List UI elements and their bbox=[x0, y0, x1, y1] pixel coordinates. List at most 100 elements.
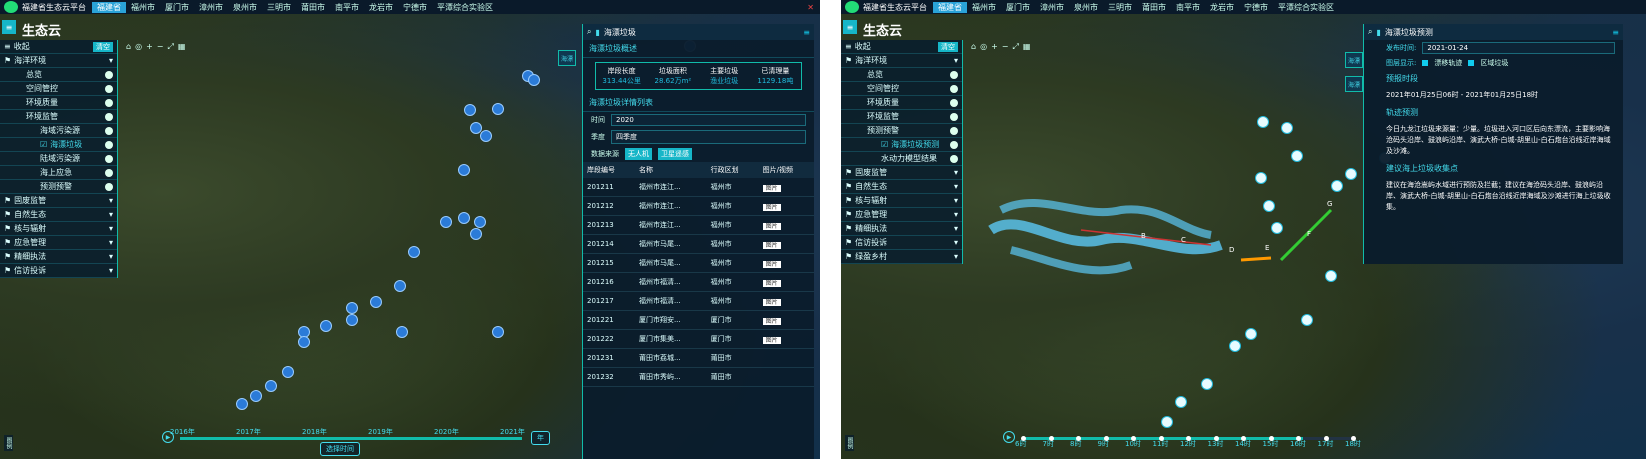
image-button[interactable]: 图片 bbox=[762, 241, 781, 249]
toggle-icon[interactable] bbox=[105, 182, 113, 191]
image-button[interactable]: 图片 bbox=[762, 279, 781, 287]
image-button[interactable]: 图片 bbox=[762, 184, 781, 192]
layer-item[interactable]: 预测预警 bbox=[841, 124, 962, 138]
map-pin-icon[interactable] bbox=[1229, 340, 1241, 352]
hour-tick[interactable] bbox=[1213, 436, 1219, 441]
chevron-down-icon[interactable]: ▾ bbox=[954, 196, 958, 205]
toggle-icon[interactable] bbox=[950, 84, 958, 93]
layer-item[interactable]: ⚑ 自然生态 ▾ bbox=[841, 180, 962, 194]
chevron-down-icon[interactable]: ▾ bbox=[954, 182, 958, 191]
city-tab[interactable]: 平潭综合实验区 bbox=[432, 2, 498, 13]
table-row[interactable]: 201231 莆田市荔城... 莆田市 bbox=[583, 348, 814, 368]
table-row[interactable]: 201216 福州市福清... 福州市 图片 bbox=[583, 272, 814, 292]
map-pin-icon[interactable] bbox=[298, 336, 310, 348]
chevron-down-icon[interactable]: ▾ bbox=[109, 56, 113, 65]
layer-item[interactable]: ⚑ 精细执法 ▾ bbox=[841, 222, 962, 236]
map-pin-icon[interactable] bbox=[236, 398, 248, 410]
map-pin-icon[interactable] bbox=[492, 103, 504, 115]
map-pin-icon[interactable] bbox=[1281, 122, 1293, 134]
panel-menu-icon[interactable]: ≡ bbox=[1612, 28, 1619, 37]
map-pin-icon[interactable] bbox=[474, 216, 486, 228]
chevron-down-icon[interactable]: ▾ bbox=[954, 210, 958, 219]
toggle-icon[interactable] bbox=[950, 70, 958, 79]
chevron-down-icon[interactable]: ▾ bbox=[954, 224, 958, 233]
hour-tick[interactable] bbox=[1076, 436, 1081, 441]
year-label[interactable]: 2018年 bbox=[302, 427, 327, 437]
layer-item[interactable]: 环境监管 bbox=[841, 110, 962, 124]
city-tab[interactable]: 平潭综合实验区 bbox=[1273, 2, 1339, 13]
layer-item[interactable]: ⚑ 应急管理 ▾ bbox=[841, 208, 962, 222]
map-pin-icon[interactable] bbox=[1271, 222, 1283, 234]
map-pin-icon[interactable] bbox=[492, 326, 504, 338]
city-tab[interactable]: 三明市 bbox=[1103, 2, 1137, 13]
map-pin-icon[interactable] bbox=[1175, 396, 1187, 408]
layer-item[interactable]: 水动力模型结果 bbox=[841, 152, 962, 166]
map-pin-icon[interactable] bbox=[370, 296, 382, 308]
layer-item[interactable]: ⚑ 核与辐射 ▾ bbox=[841, 194, 962, 208]
hour-tick[interactable] bbox=[1048, 436, 1054, 441]
city-tab[interactable]: 泉州市 bbox=[1069, 2, 1103, 13]
city-tab[interactable]: 南平市 bbox=[1171, 2, 1205, 13]
map-pin-icon[interactable] bbox=[1255, 172, 1267, 184]
timeline-track[interactable] bbox=[180, 437, 522, 440]
hour-tick[interactable] bbox=[1021, 436, 1026, 441]
map-pin-icon[interactable] bbox=[1161, 416, 1173, 428]
collapse-icon[interactable]: ≡ bbox=[845, 42, 852, 51]
image-button[interactable]: 图片 bbox=[762, 336, 781, 344]
layer-item[interactable]: ☑ 海漂垃圾预测 bbox=[841, 138, 962, 152]
layer-item[interactable]: 总览 bbox=[841, 68, 962, 82]
layer-item[interactable]: ⚑ 自然生态 ▾ bbox=[0, 208, 117, 222]
map-pin-icon[interactable] bbox=[470, 228, 482, 240]
time-select[interactable]: 2020 bbox=[611, 114, 806, 126]
chevron-down-icon[interactable]: ▾ bbox=[109, 224, 113, 233]
table-row[interactable]: 201232 莆田市秀屿... 莆田市 bbox=[583, 367, 814, 387]
year-label[interactable]: 2017年 bbox=[236, 427, 261, 437]
city-tab[interactable]: 三明市 bbox=[262, 2, 296, 13]
panel-menu-icon[interactable]: ≡ bbox=[803, 28, 810, 37]
close-icon[interactable]: ✕ bbox=[807, 3, 814, 12]
hour-timeline[interactable]: ▶ 6时 7时 8时 9时 10时 11时 12时 13时 14时 15时 16时 17时 18时 bbox=[1001, 429, 1361, 451]
layer-item[interactable]: ⚑ 精细执法 ▾ bbox=[0, 250, 117, 264]
toggle-icon[interactable] bbox=[950, 154, 958, 163]
hour-tick[interactable] bbox=[1323, 436, 1329, 441]
toggle-icon[interactable] bbox=[105, 168, 113, 177]
collapse-button-2[interactable]: 收起 bbox=[855, 41, 871, 52]
map-pin-icon[interactable] bbox=[464, 104, 476, 116]
search-icon[interactable]: ⌕ bbox=[587, 27, 591, 37]
toggle-icon[interactable] bbox=[105, 154, 113, 163]
grid-icon[interactable]: ▦ bbox=[1023, 42, 1031, 52]
search-icon[interactable]: ⌕ bbox=[1368, 27, 1372, 37]
layer-item[interactable]: 陆域污染源 bbox=[0, 152, 117, 166]
area-garbage-checkbox[interactable] bbox=[1468, 60, 1475, 66]
chevron-down-icon[interactable]: ▾ bbox=[954, 238, 958, 247]
table-row[interactable]: 201211 福州市连江... 福州市 图片 bbox=[583, 178, 814, 197]
map-pin-icon[interactable] bbox=[528, 74, 540, 86]
map-pin-icon[interactable] bbox=[320, 320, 332, 332]
locate-icon[interactable]: ◎ bbox=[135, 42, 142, 52]
chevron-down-icon[interactable]: ▾ bbox=[109, 210, 113, 219]
table-row[interactable]: 201214 福州市马尾... 福州市 图片 bbox=[583, 234, 814, 254]
year-label[interactable]: 2016年 bbox=[170, 427, 195, 437]
zoom-out-icon[interactable]: − bbox=[1002, 42, 1009, 52]
toggle-icon[interactable] bbox=[105, 112, 113, 121]
zoom-in-icon[interactable]: + bbox=[991, 42, 998, 52]
hour-tick[interactable] bbox=[1268, 436, 1274, 441]
city-tab[interactable]: 福州市 bbox=[967, 2, 1001, 13]
toggle-icon[interactable] bbox=[950, 112, 958, 121]
table-row[interactable]: 201212 福州市连江... 福州市 图片 bbox=[583, 196, 814, 216]
city-tab[interactable]: 莆田市 bbox=[1137, 2, 1171, 13]
year-label[interactable]: 2020年 bbox=[434, 427, 459, 437]
city-tab[interactable]: 宁德市 bbox=[398, 2, 432, 13]
play-icon[interactable]: ▶ bbox=[1003, 431, 1015, 443]
layer-item[interactable]: 空间管控 bbox=[0, 82, 117, 96]
menu-icon[interactable]: ≡ bbox=[2, 20, 16, 34]
city-tab[interactable]: 龙岩市 bbox=[1205, 2, 1239, 13]
chevron-down-icon[interactable]: ▾ bbox=[954, 168, 958, 177]
map-pin-icon[interactable] bbox=[458, 212, 470, 224]
year-label[interactable]: 2019年 bbox=[368, 427, 393, 437]
layer-item[interactable]: ⚑ 核与辐射 ▾ bbox=[0, 222, 117, 236]
toggle-icon[interactable] bbox=[950, 126, 958, 135]
layer-item[interactable]: 预测预警 bbox=[0, 180, 117, 194]
home-icon[interactable]: ⌂ bbox=[971, 42, 976, 52]
side-tab-garbage[interactable]: 海漂 bbox=[558, 50, 576, 66]
